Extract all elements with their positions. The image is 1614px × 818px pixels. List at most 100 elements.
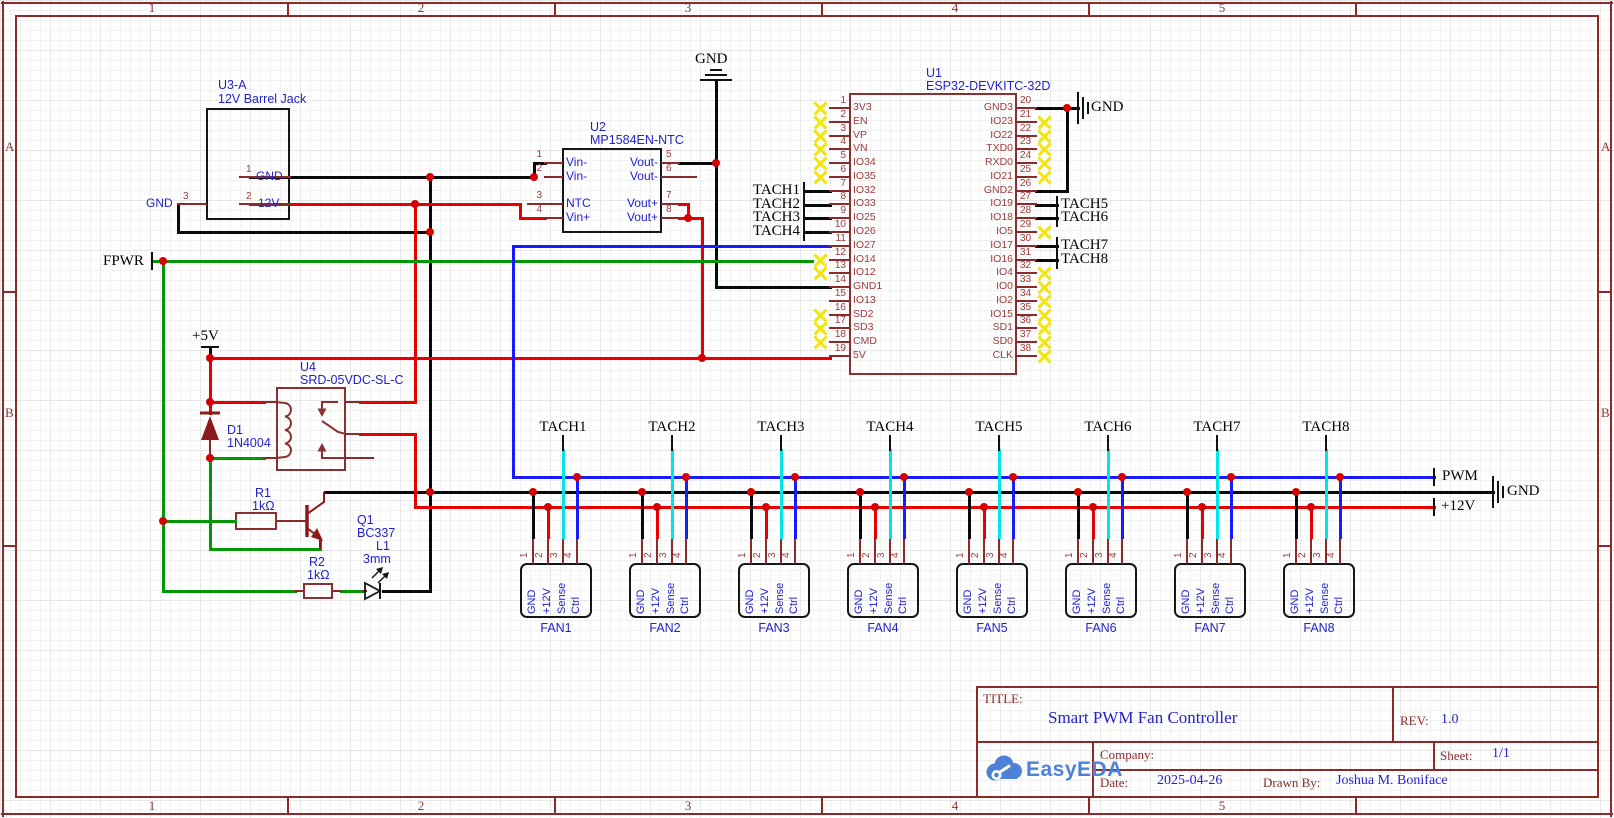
wire-black[interactable] [1035, 190, 1069, 193]
u2-pin-name[interactable]: Vin- [566, 170, 587, 183]
titleblock-sheet-label[interactable]: Sheet: [1440, 748, 1473, 764]
u2-pin-number[interactable]: 4 [536, 205, 542, 216]
wire-blue[interactable] [794, 476, 797, 539]
u1-pin-number[interactable]: 28 [1020, 206, 1031, 217]
frame-row-label[interactable]: A [5, 140, 14, 154]
u2-pin-name[interactable]: Vin+ [566, 211, 590, 224]
u1-pin-number[interactable]: 8 [840, 192, 846, 203]
u1-pin-number[interactable]: 5 [840, 151, 846, 162]
titleblock-rev[interactable]: 1.0 [1441, 712, 1459, 728]
wire-black[interactable] [805, 231, 832, 234]
fan-label-fan4[interactable]: FAN4 [867, 622, 898, 635]
wire-black[interactable] [805, 204, 832, 207]
frame-column-label[interactable]: 3 [685, 1, 692, 15]
u1-pin-name[interactable]: IO26 [853, 226, 876, 237]
fan-label-fan7[interactable]: FAN7 [1194, 622, 1225, 635]
net-label-gnd-chip[interactable]: GND [1091, 100, 1124, 116]
u1-pin-name[interactable]: IO2 [996, 295, 1013, 306]
fan-label-fan6[interactable]: FAN6 [1085, 622, 1116, 635]
wire-black[interactable] [1186, 491, 1189, 539]
u1-pin-number[interactable]: 15 [835, 289, 846, 300]
net-label-tach8[interactable]: TACH8 [1061, 252, 1108, 268]
wire-blue[interactable] [576, 476, 579, 539]
u1-pin-number[interactable]: 32 [1020, 261, 1031, 272]
wire-green[interactable] [162, 260, 165, 593]
frame-row-label[interactable]: A [1601, 140, 1610, 154]
net-label-tach7[interactable]: TACH7 [1193, 420, 1240, 436]
wire-green[interactable] [209, 457, 266, 460]
wire-black[interactable] [1066, 107, 1069, 193]
u2-pin-name[interactable]: Vout- [630, 156, 658, 169]
u4-relay-body[interactable] [276, 387, 346, 471]
titleblock-drawnby-label[interactable]: Drawn By: [1263, 775, 1320, 791]
u3-pin1-number[interactable]: 1 [246, 165, 252, 176]
d1-value[interactable]: 1N4004 [227, 437, 271, 450]
u1-pin-name[interactable]: IO34 [853, 157, 876, 168]
wire-black[interactable] [968, 491, 971, 539]
u1-pin-name[interactable]: IO0 [996, 281, 1013, 292]
net-label-tach1[interactable]: TACH1 [539, 420, 586, 436]
u1-pin-name[interactable]: IO5 [996, 226, 1013, 237]
wire-black[interactable] [1035, 107, 1080, 110]
wire-red[interactable] [359, 433, 417, 436]
u1-value[interactable]: ESP32-DEVKITC-32D [926, 80, 1050, 93]
u3-pin3-name[interactable]: GND [146, 197, 173, 210]
fan-label-fan3[interactable]: FAN3 [758, 622, 789, 635]
titleblock-title[interactable]: Smart PWM Fan Controller [1048, 708, 1237, 728]
u2-pin-number[interactable]: 2 [536, 164, 542, 175]
u1-pin-name[interactable]: IO14 [853, 254, 876, 265]
titleblock-rev-label[interactable]: REV: [1400, 713, 1429, 729]
u1-pin-number[interactable]: 36 [1020, 316, 1031, 327]
u1-pin-name[interactable]: SD1 [993, 322, 1013, 333]
wire-black[interactable] [1035, 259, 1059, 262]
wire-black[interactable] [1077, 491, 1080, 539]
wire-green[interactable] [162, 590, 297, 593]
wire-blue[interactable] [1230, 476, 1233, 539]
u1-pin-name[interactable]: GND1 [853, 281, 882, 292]
u1-pin-name[interactable]: CMD [853, 336, 877, 347]
wire-blue[interactable] [1121, 476, 1124, 539]
u3-value[interactable]: 12V Barrel Jack [218, 93, 306, 106]
net-label-tach8[interactable]: TACH8 [1302, 420, 1349, 436]
u3-pin2-name[interactable]: 12V [258, 197, 279, 210]
wire-blue[interactable] [1012, 476, 1015, 539]
wire-black[interactable] [382, 590, 432, 593]
l1-value[interactable]: 3mm [363, 553, 391, 566]
wire-blue[interactable] [903, 476, 906, 539]
u2-pin-number[interactable]: 8 [666, 205, 672, 216]
frame-column-label[interactable]: 4 [952, 799, 959, 813]
u1-pin-name[interactable]: IO15 [990, 309, 1013, 320]
wire-red[interactable] [209, 401, 266, 404]
u1-pin-name[interactable]: IO23 [990, 116, 1013, 127]
net-label-gnd-bus[interactable]: GND [1507, 484, 1540, 500]
u1-pin-name[interactable]: 3V3 [853, 102, 872, 113]
u2-value[interactable]: MP1584EN-NTC [590, 134, 684, 147]
wire-blue[interactable] [685, 476, 688, 539]
net-label-tach4[interactable]: TACH4 [753, 224, 800, 240]
u1-pin-name[interactable]: IO25 [853, 212, 876, 223]
u1-pin-name[interactable]: TXD0 [986, 143, 1013, 154]
u1-pin-name[interactable]: VP [853, 130, 867, 141]
u1-pin-number[interactable]: 29 [1020, 220, 1031, 231]
u1-pin-number[interactable]: 33 [1020, 275, 1031, 286]
fan-label-fan2[interactable]: FAN2 [649, 622, 680, 635]
net-label-tach2[interactable]: TACH2 [648, 420, 695, 436]
u1-pin-name[interactable]: IO33 [853, 198, 876, 209]
u1-pin-name[interactable]: IO27 [853, 240, 876, 251]
wire-cyan[interactable] [1325, 449, 1328, 539]
wire-blue[interactable] [512, 245, 832, 248]
u1-pin-name[interactable]: EN [853, 116, 868, 127]
wire-cyan[interactable] [1216, 449, 1219, 539]
u1-pin-number[interactable]: 21 [1020, 110, 1031, 121]
frame-column-label[interactable]: 1 [149, 1, 156, 15]
wire-black[interactable] [1295, 491, 1298, 539]
u1-pin-number[interactable]: 19 [835, 344, 846, 355]
wire-cyan[interactable] [780, 449, 783, 539]
u1-pin-name[interactable]: GND3 [984, 102, 1013, 113]
u1-pin-number[interactable]: 30 [1020, 234, 1031, 245]
u1-pin-name[interactable]: SD3 [853, 322, 873, 333]
net-label-tach4[interactable]: TACH4 [866, 420, 913, 436]
u4-value[interactable]: SRD-05VDC-SL-C [300, 374, 404, 387]
titleblock-drawnby[interactable]: Joshua M. Boniface [1336, 773, 1448, 789]
u1-pin-number[interactable]: 4 [840, 137, 846, 148]
